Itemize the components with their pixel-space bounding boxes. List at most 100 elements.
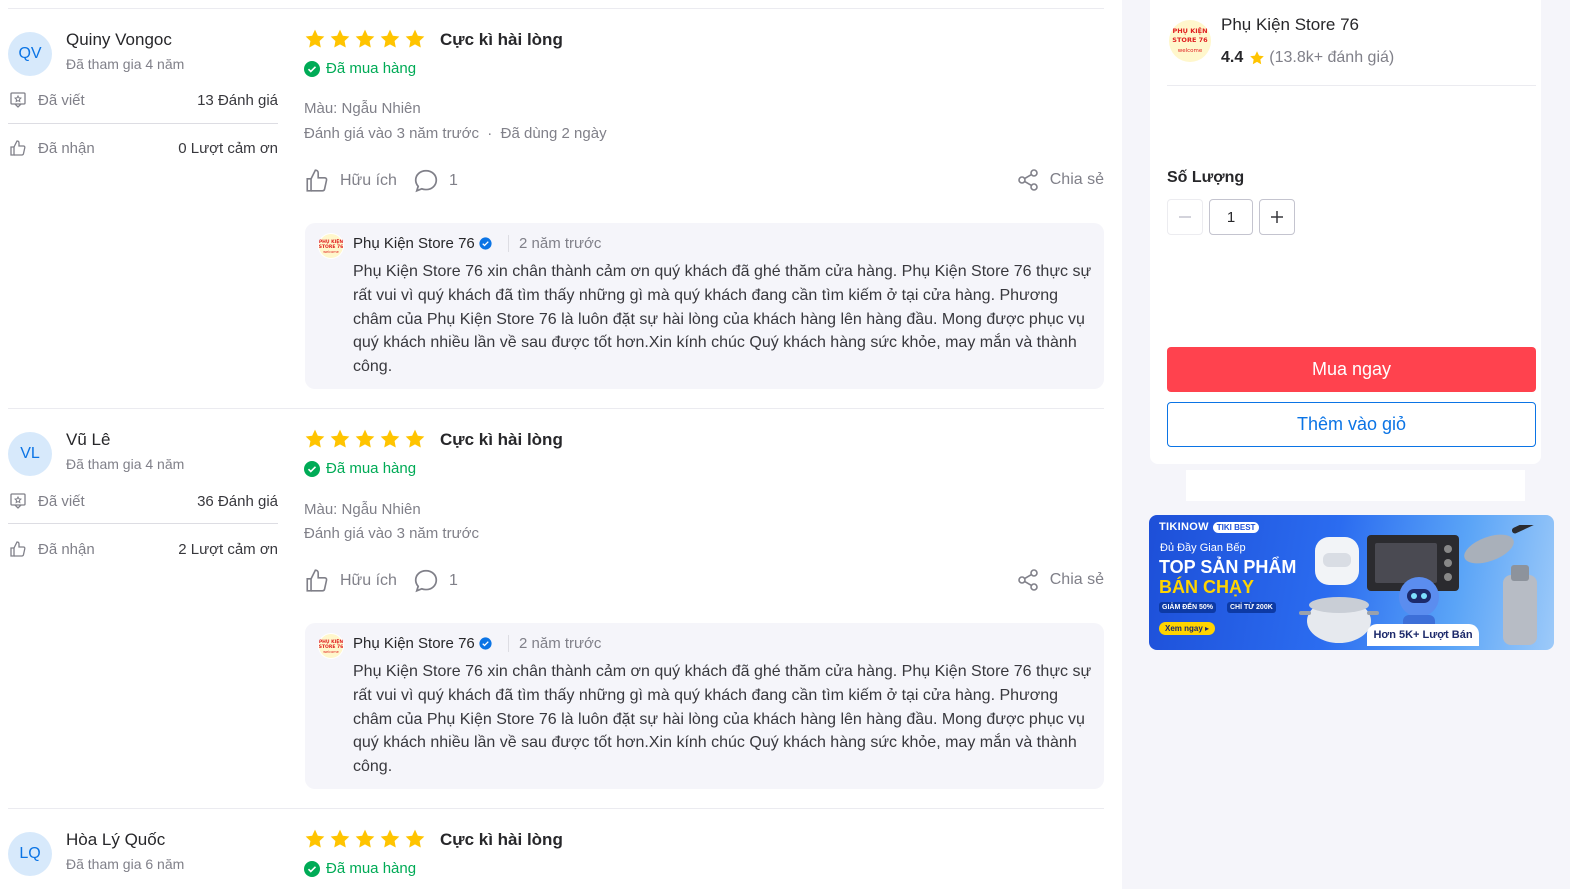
review-actions: Hữu ích 1 Chia sẻ	[304, 568, 1104, 596]
purchased-badge: Đã mua hàng	[304, 460, 416, 477]
placeholder-bar	[1186, 470, 1525, 501]
stat-written: Đã viết 36 Đánh giá	[8, 489, 278, 513]
avatar: VL	[8, 432, 52, 476]
star-icon	[405, 429, 425, 448]
helpful-label: Hữu ích	[340, 172, 397, 189]
star-icon	[355, 829, 375, 848]
shop-logo-image: PHỤ KIỆNSTORE 76welcome	[319, 234, 343, 258]
dot-separator: ·	[483, 125, 497, 142]
stat-value: 36 Đánh giá	[197, 492, 278, 510]
review-title: Cực kì hài lòng	[440, 30, 563, 49]
check-circle-icon	[304, 460, 320, 477]
purchased-label: Đã mua hàng	[326, 60, 417, 77]
comment-button[interactable]: 1	[413, 168, 458, 194]
minus-icon	[1179, 216, 1191, 218]
reviewer-joined: Đã tham gia 4 năm	[66, 56, 185, 72]
star-icon	[305, 29, 325, 48]
seller-rating-score: 4.4	[1221, 49, 1244, 66]
comment-icon	[414, 169, 438, 193]
comment-icon	[414, 569, 438, 593]
banner-brand: TIKINOW TIKI BEST	[1159, 521, 1260, 533]
thumbs-up-icon	[306, 169, 328, 192]
quantity-label: Số Lượng	[1167, 169, 1245, 186]
quantity-input[interactable]	[1209, 199, 1253, 235]
avatar: LQ	[8, 832, 52, 876]
helpful-button[interactable]: Hữu ích	[304, 568, 397, 594]
reviewer-joined: Đã tham gia 6 năm	[66, 856, 185, 872]
decrease-button[interactable]	[1167, 199, 1203, 235]
divider	[1167, 85, 1536, 86]
comment-count: 1	[449, 172, 458, 189]
divider	[8, 123, 278, 124]
seller-reply: PHỤ KIỆN STORE 76 welcome Phụ Kiện Store 7…	[305, 223, 1104, 389]
thumbs-up-icon	[8, 539, 28, 559]
banner-sold-count: Hơn 5K+ Lượt Bán	[1367, 624, 1479, 646]
juicer-icon	[1503, 565, 1537, 645]
review-variant: Màu: Ngẫu Nhiên	[304, 501, 421, 518]
check-circle-icon	[304, 860, 320, 877]
stat-label: Đã viết	[38, 91, 85, 109]
banner-cta[interactable]: Xem ngay ▸	[1159, 622, 1216, 635]
star-icon	[380, 429, 400, 448]
reviewer-name[interactable]: Hòa Lý Quốc	[66, 830, 165, 850]
seller-rating-count: (13.8k+ đánh giá)	[1269, 49, 1395, 66]
share-button[interactable]: Chia sẻ	[1016, 168, 1104, 192]
comment-button[interactable]: 1	[413, 568, 458, 594]
star-icon	[380, 29, 400, 48]
reviewer-joined: Đã tham gia 4 năm	[66, 456, 185, 472]
rice-cooker-icon	[1315, 537, 1359, 585]
comment-count: 1	[449, 572, 458, 589]
purchased-badge: Đã mua hàng	[304, 860, 416, 877]
stat-label: Đã viết	[38, 492, 85, 510]
shop-logo: PHỤ KIỆN STORE 76 welcome	[318, 633, 344, 659]
purchase-sidebar: PHỤ KIỆN STORE 76 welcome Phụ Kiện Store…	[1122, 0, 1570, 889]
add-to-cart-button[interactable]: Thêm vào giỏ	[1167, 402, 1536, 447]
share-label: Chia sẻ	[1049, 171, 1104, 188]
divider	[8, 808, 1104, 809]
reply-body: Phụ Kiện Store 76 xin chân thành cảm ơn …	[353, 263, 1092, 376]
thumbs-up-icon	[8, 138, 28, 158]
stat-label: Đã nhận	[38, 540, 95, 558]
seller-rating: 4.4 (13.8k+ đánh giá)	[1221, 49, 1394, 67]
divider	[8, 8, 1104, 9]
review-time: Đánh giá vào 3 năm trước	[304, 125, 479, 142]
promo-banner[interactable]: TIKINOW TIKI BEST Đủ Đầy Gian Bếp TOP SẢ…	[1149, 515, 1554, 650]
stat-value: 2 Lượt cảm ơn	[178, 540, 278, 558]
review-variant: Màu: Ngẫu Nhiên	[304, 100, 421, 117]
seller-name[interactable]: Phụ Kiện Store 76	[1221, 15, 1359, 35]
review-list: QV Quiny Vongoc Đã tham gia 4 năm Đã viế…	[0, 0, 1122, 889]
purchase-card: PHỤ KIỆN STORE 76 welcome Phụ Kiện Store…	[1150, 0, 1541, 464]
reply-time: 2 năm trước	[508, 635, 601, 652]
increase-button[interactable]	[1259, 199, 1295, 235]
share-button[interactable]: Chia sẻ	[1016, 568, 1104, 592]
share-label: Chia sẻ	[1049, 571, 1104, 588]
banner-brand-text: TIKINOW	[1159, 521, 1209, 533]
buy-now-button[interactable]: Mua ngay	[1167, 347, 1536, 392]
logo-line: PHỤ KIỆN	[1172, 26, 1207, 35]
banner-headline-highlight: BÁN CHẠY	[1159, 577, 1255, 597]
seller-logo[interactable]: PHỤ KIỆN STORE 76 welcome	[1168, 19, 1212, 63]
plus-icon	[1271, 211, 1283, 223]
reviewer-name[interactable]: Quiny Vongoc	[66, 30, 172, 50]
divider	[8, 523, 278, 524]
star-icon	[1250, 51, 1265, 65]
star-icon	[330, 829, 350, 848]
quantity-stepper	[1167, 199, 1295, 235]
banner-headline: TOP SẢN PHẨM	[1159, 557, 1297, 577]
stat-received: Đã nhận 0 Lượt cảm ơn	[8, 136, 278, 160]
review-usage: Đã dùng 2 ngày	[500, 125, 607, 142]
rating-stars	[304, 28, 426, 50]
helpful-button[interactable]: Hữu ích	[304, 168, 397, 194]
verified-icon	[479, 637, 492, 650]
shop-logo-image: PHỤ KIỆNSTORE 76welcome	[319, 634, 343, 658]
review-written-icon	[8, 90, 28, 110]
review-actions: Hữu ích 1 Chia sẻ	[304, 168, 1104, 196]
frying-pan-icon	[1464, 525, 1549, 564]
reviewer-name[interactable]: Vũ Lê	[66, 430, 110, 450]
star-icon	[405, 829, 425, 848]
rating-stars	[304, 428, 426, 450]
banner-tag: CHỈ TỪ 200K	[1227, 602, 1276, 613]
star-icon	[355, 29, 375, 48]
stat-written: Đã viết 13 Đánh giá	[8, 88, 278, 112]
purchased-badge: Đã mua hàng	[304, 60, 416, 77]
